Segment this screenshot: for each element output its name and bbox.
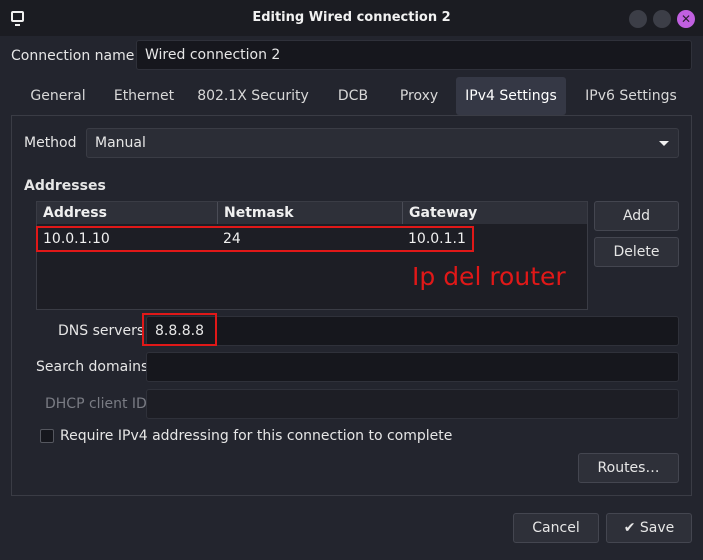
tab-proxy[interactable]: Proxy <box>391 77 447 115</box>
highlight-box-row <box>36 226 474 252</box>
connection-name-input[interactable]: Wired connection 2 <box>136 40 692 70</box>
column-header-gateway[interactable]: Gateway <box>402 202 587 224</box>
tab-ipv4-settings[interactable]: IPv4 Settings <box>456 77 566 115</box>
close-icon: ✕ <box>680 12 692 26</box>
highlight-box-dns <box>142 313 217 346</box>
search-domains-label: Search domains <box>36 359 149 375</box>
tab-bar: General Ethernet 802.1X Security DCB Pro… <box>11 77 692 115</box>
tab-dcb[interactable]: DCB <box>329 77 377 115</box>
minimize-button[interactable] <box>629 10 647 28</box>
column-header-address[interactable]: Address <box>37 202 217 224</box>
search-domains-input[interactable] <box>146 352 679 382</box>
checkmark-icon: ✔ <box>623 520 636 536</box>
tab-ethernet[interactable]: Ethernet <box>106 77 182 115</box>
addresses-heading: Addresses <box>24 178 106 194</box>
router-annotation: Ip del router <box>412 262 566 291</box>
maximize-button[interactable] <box>653 10 671 28</box>
chevron-down-icon <box>659 141 669 146</box>
save-label: Save <box>639 520 675 536</box>
method-label: Method <box>24 135 77 151</box>
connection-name-value: Wired connection 2 <box>145 47 281 63</box>
tab-general[interactable]: General <box>21 77 95 115</box>
dns-servers-label: DNS servers <box>58 323 145 339</box>
delete-button[interactable]: Delete <box>594 237 679 267</box>
tab-ipv6-settings[interactable]: IPv6 Settings <box>577 77 685 115</box>
dns-servers-input[interactable]: 8.8.8.8 <box>146 316 679 346</box>
column-header-netmask[interactable]: Netmask <box>217 202 402 224</box>
cancel-button[interactable]: Cancel <box>513 513 599 543</box>
close-button[interactable]: ✕ <box>677 10 695 28</box>
save-button[interactable]: ✔ Save <box>606 513 692 543</box>
tab-8021x-security[interactable]: 802.1X Security <box>195 77 311 115</box>
add-button[interactable]: Add <box>594 201 679 231</box>
require-ipv4-label[interactable]: Require IPv4 addressing for this connect… <box>60 427 452 445</box>
dhcp-client-id-input[interactable] <box>146 389 679 419</box>
method-value: Manual <box>95 135 146 151</box>
routes-button[interactable]: Routes… <box>578 453 679 483</box>
dhcp-client-id-label: DHCP client ID <box>45 396 147 412</box>
window-title: Editing Wired connection 2 <box>252 10 451 25</box>
require-ipv4-checkbox[interactable] <box>40 429 54 443</box>
method-select[interactable]: Manual <box>86 128 679 158</box>
connection-name-label: Connection name <box>11 48 135 64</box>
